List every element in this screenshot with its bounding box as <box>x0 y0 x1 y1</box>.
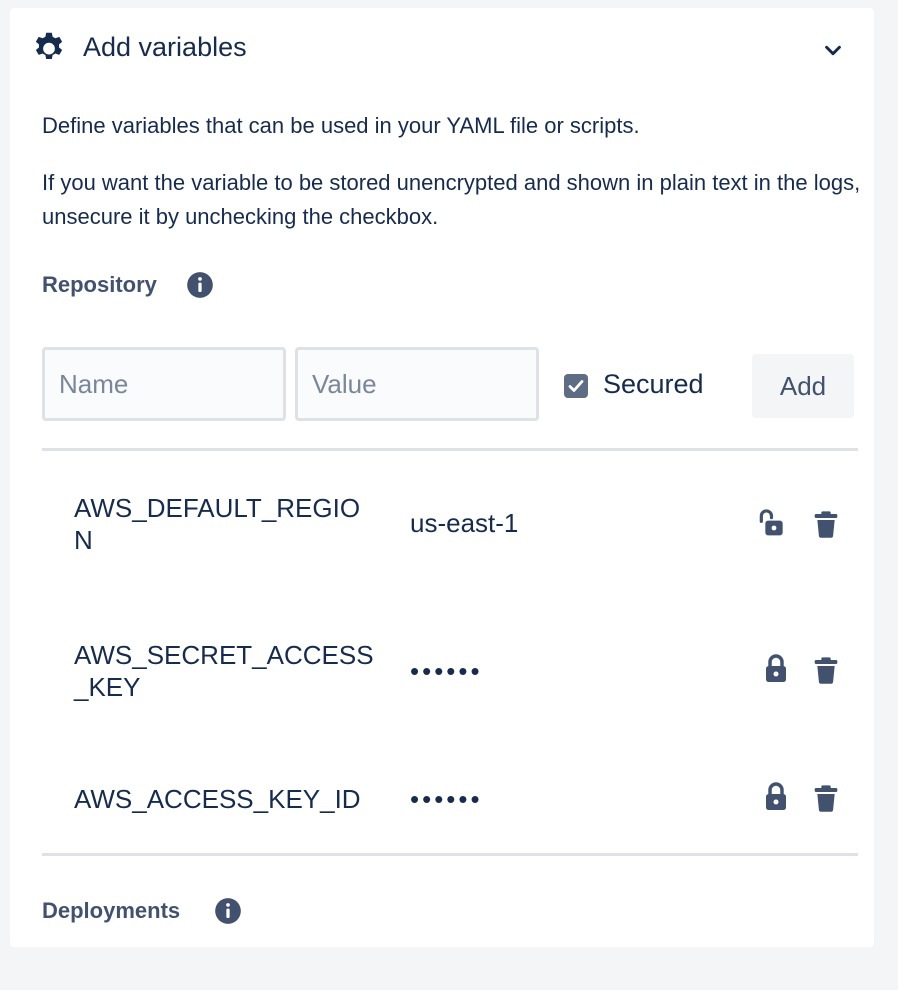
variable-value: •••••• <box>410 784 483 814</box>
variable-value: •••••• <box>410 656 483 686</box>
variable-name: AWS_SECRET_ACCESS_KEY <box>74 640 374 702</box>
repository-label: Repository <box>42 272 157 297</box>
chevron-down-icon[interactable] <box>822 39 844 61</box>
divider-top <box>42 448 858 451</box>
lock-icon[interactable] <box>760 652 792 684</box>
add-button[interactable]: Add <box>752 354 854 418</box>
gear-icon <box>35 32 63 60</box>
info-icon[interactable] <box>214 897 242 925</box>
divider-bottom <box>42 853 858 856</box>
trash-icon[interactable] <box>810 508 842 540</box>
info-icon[interactable] <box>186 271 214 299</box>
description-text: Define variables that can be used in you… <box>42 113 640 138</box>
description-unsecure-text: If you want the variable to be stored un… <box>42 170 861 229</box>
variable-name: AWS_ACCESS_KEY_ID <box>74 784 361 814</box>
panel-header[interactable]: Add variables <box>10 8 874 86</box>
checkmark-icon <box>568 380 584 392</box>
variable-value: us-east-1 <box>410 508 519 538</box>
secured-label: Secured <box>603 369 704 399</box>
variable-name: AWS_DEFAULT_REGION <box>74 493 361 555</box>
variables-panel: Add variables Define variables that can … <box>10 8 874 947</box>
variable-value-input[interactable] <box>295 347 539 421</box>
unlock-icon[interactable] <box>754 506 786 538</box>
lock-icon[interactable] <box>760 780 792 812</box>
variable-name-input[interactable] <box>42 347 286 421</box>
deployments-label: Deployments <box>42 898 181 923</box>
trash-icon[interactable] <box>810 782 842 814</box>
panel-title: Add variables <box>83 32 247 62</box>
trash-icon[interactable] <box>810 654 842 686</box>
secured-checkbox[interactable] <box>564 374 588 398</box>
